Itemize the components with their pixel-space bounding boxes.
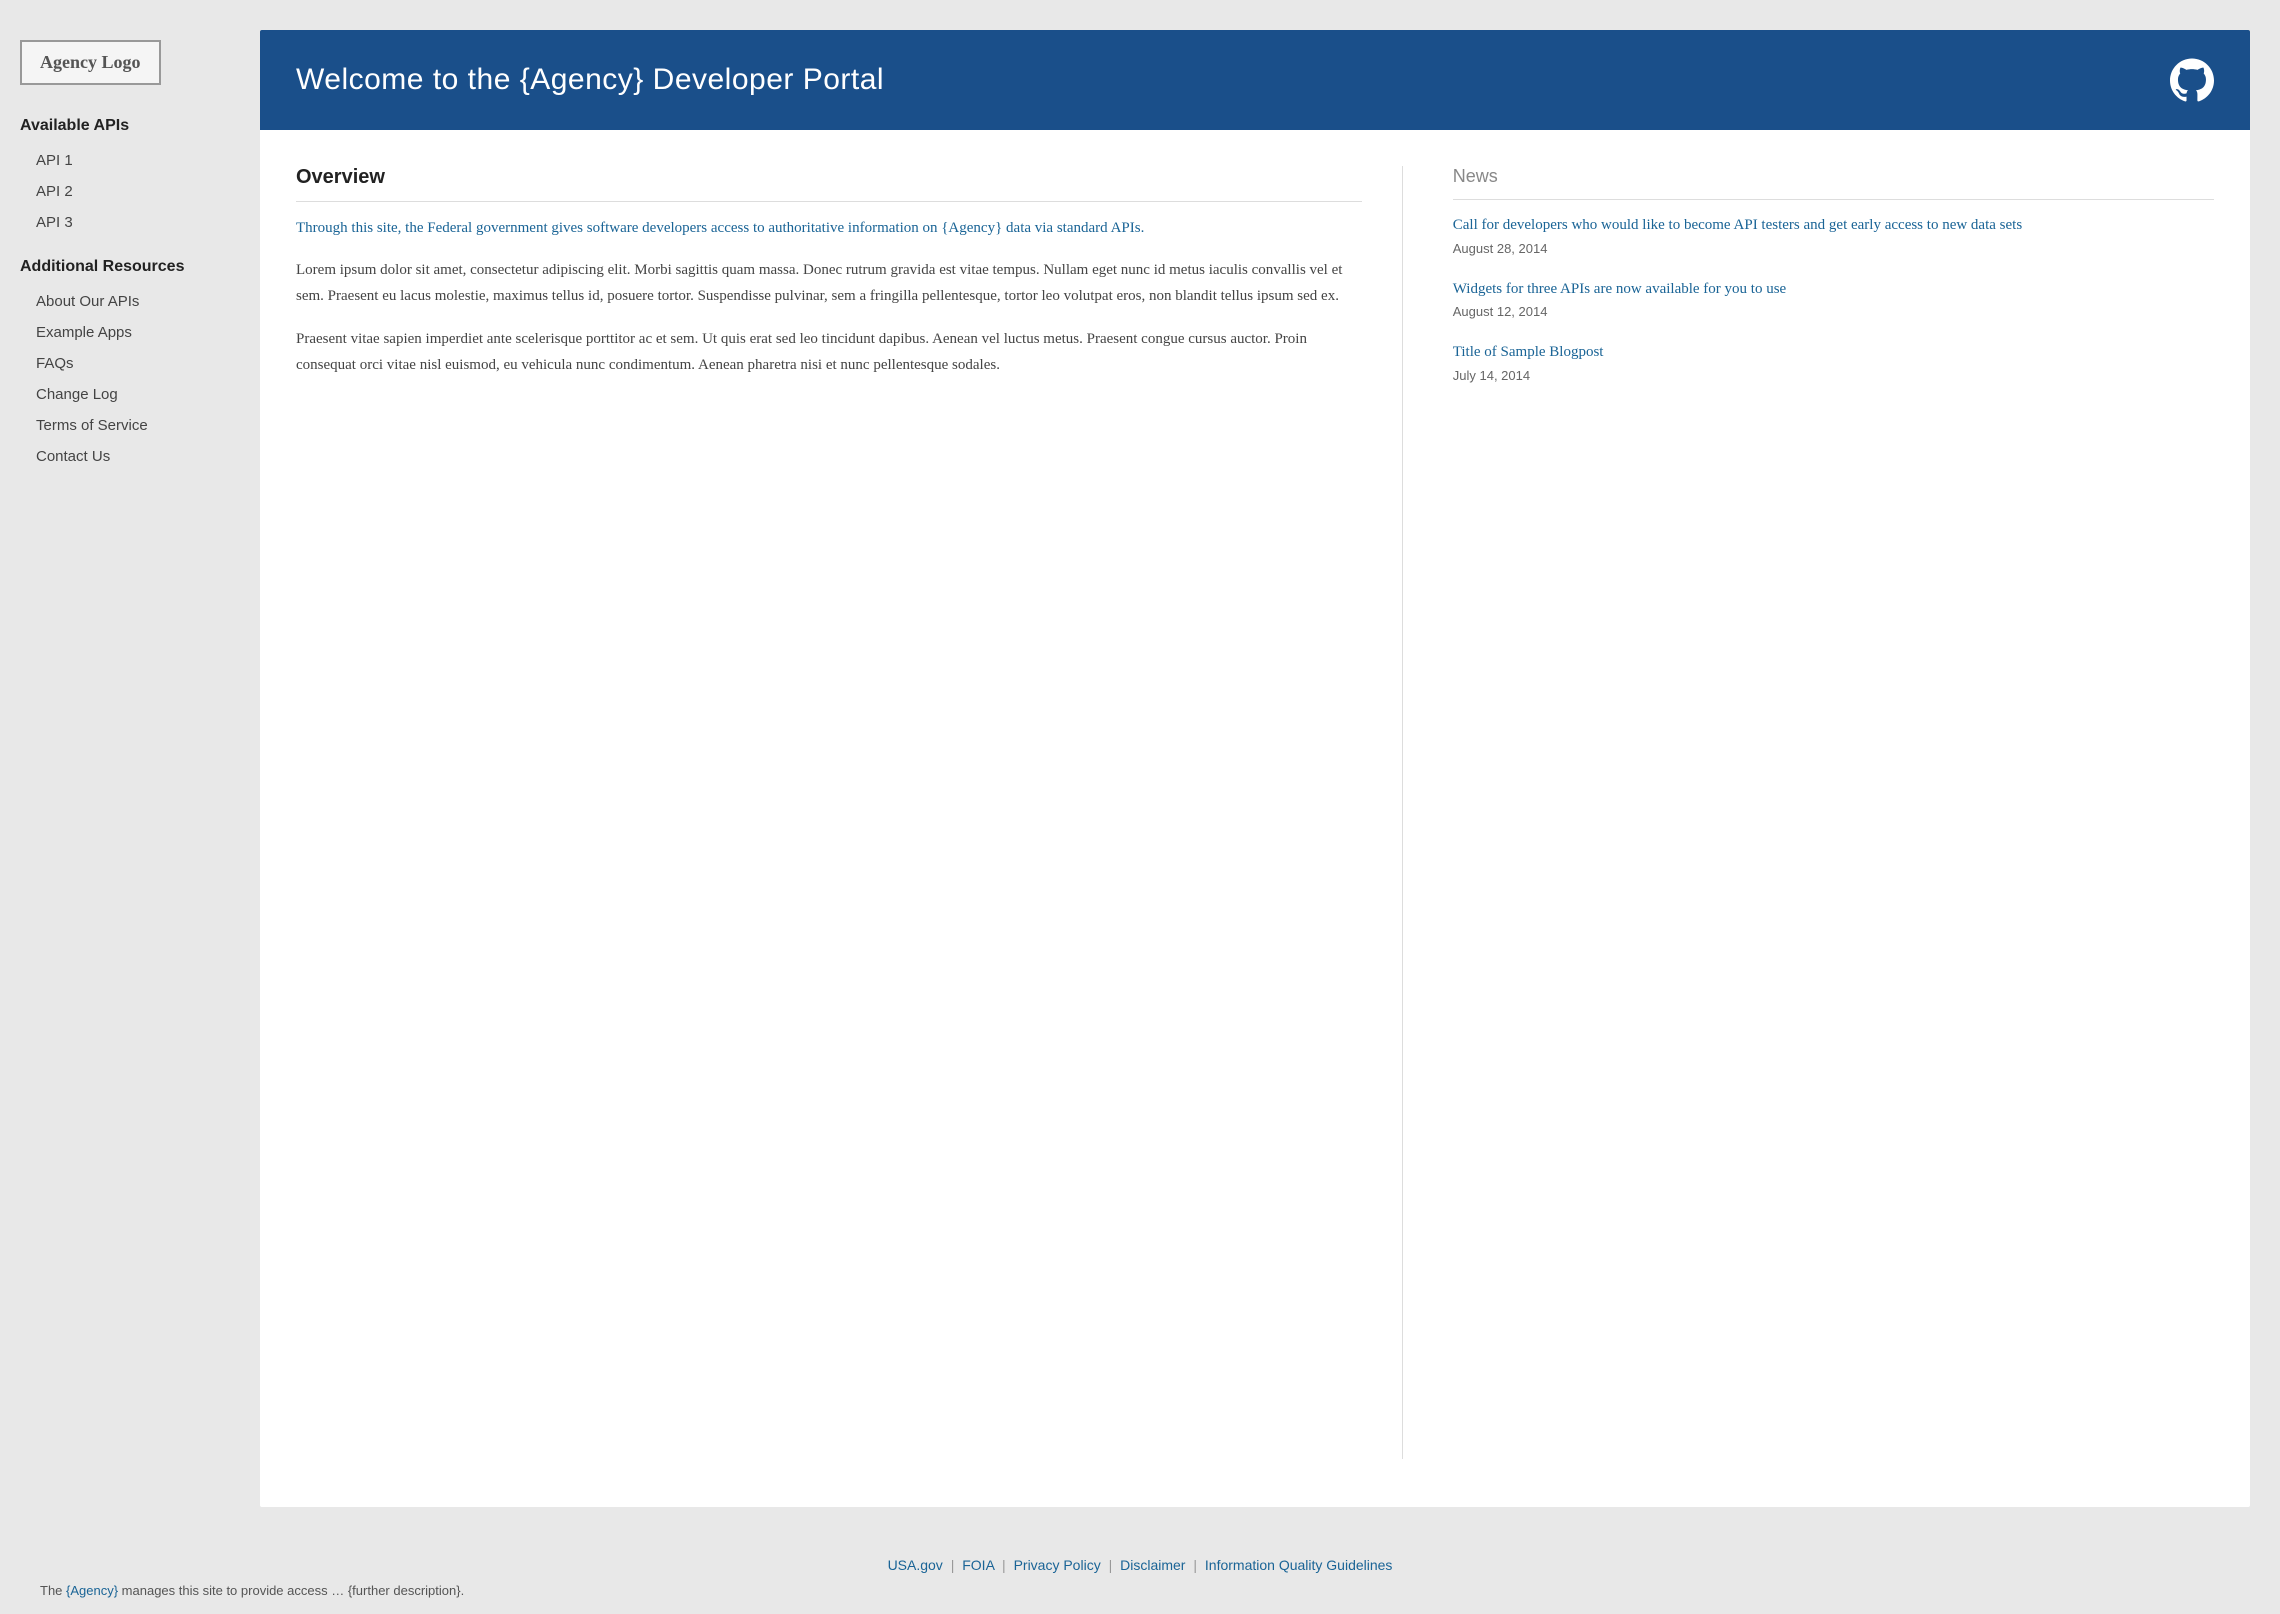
page-wrapper: Agency Logo Available APIs API 1 API 2 A… bbox=[0, 0, 2280, 1614]
overview-intro: Through this site, the Federal governmen… bbox=[296, 216, 1362, 240]
news-heading: News bbox=[1453, 166, 2214, 200]
agency-logo: Agency Logo bbox=[20, 40, 161, 85]
header-banner: Welcome to the {Agency} Developer Portal bbox=[260, 30, 2250, 130]
sidebar-item-terms-of-service[interactable]: Terms of Service bbox=[20, 410, 240, 441]
sidebar-item-change-log[interactable]: Change Log bbox=[20, 379, 240, 410]
main-area: Agency Logo Available APIs API 1 API 2 A… bbox=[0, 0, 2280, 1537]
news-date-1: August 28, 2014 bbox=[1453, 241, 2214, 256]
footer-divider-3: | bbox=[1109, 1557, 1117, 1573]
footer-description: The {Agency} manages this site to provid… bbox=[30, 1583, 2250, 1598]
sidebar-item-api-3[interactable]: API 3 bbox=[20, 207, 240, 238]
footer-divider-2: | bbox=[1002, 1557, 1010, 1573]
footer: USA.gov | FOIA | Privacy Policy | Discla… bbox=[0, 1537, 2280, 1614]
footer-link-privacy[interactable]: Privacy Policy bbox=[1014, 1557, 1101, 1573]
sidebar-item-api-1[interactable]: API 1 bbox=[20, 145, 240, 176]
news-link-3[interactable]: Title of Sample Blogpost bbox=[1453, 341, 2214, 364]
overview-section: Overview Through this site, the Federal … bbox=[296, 166, 1403, 1459]
news-link-2[interactable]: Widgets for three APIs are now available… bbox=[1453, 278, 2214, 301]
sidebar-item-about-apis[interactable]: About Our APIs bbox=[20, 286, 240, 317]
overview-body-2: Praesent vitae sapien imperdiet ante sce… bbox=[296, 327, 1362, 378]
resources-nav-list: About Our APIs Example Apps FAQs Change … bbox=[20, 286, 240, 472]
news-item-2: Widgets for three APIs are now available… bbox=[1453, 278, 2214, 320]
footer-divider-1: | bbox=[951, 1557, 959, 1573]
news-link-1[interactable]: Call for developers who would like to be… bbox=[1453, 214, 2214, 237]
api-nav-list: API 1 API 2 API 3 bbox=[20, 145, 240, 238]
footer-links: USA.gov | FOIA | Privacy Policy | Discla… bbox=[30, 1557, 2250, 1573]
overview-body-1: Lorem ipsum dolor sit amet, consectetur … bbox=[296, 258, 1362, 309]
sidebar-item-contact-us[interactable]: Contact Us bbox=[20, 441, 240, 472]
content-card: Overview Through this site, the Federal … bbox=[260, 130, 2250, 1507]
github-icon[interactable] bbox=[2170, 58, 2214, 102]
sidebar-item-faqs[interactable]: FAQs bbox=[20, 348, 240, 379]
sidebar-item-example-apps[interactable]: Example Apps bbox=[20, 317, 240, 348]
sidebar-item-api-2[interactable]: API 2 bbox=[20, 176, 240, 207]
page-title: Welcome to the {Agency} Developer Portal bbox=[296, 63, 884, 97]
news-item-1: Call for developers who would like to be… bbox=[1453, 214, 2214, 256]
content-area: Welcome to the {Agency} Developer Portal… bbox=[260, 30, 2250, 1507]
news-section: News Call for developers who would like … bbox=[1443, 166, 2214, 1459]
available-apis-heading: Available APIs bbox=[20, 117, 240, 135]
footer-link-foia[interactable]: FOIA bbox=[962, 1557, 994, 1573]
footer-agency-link: {Agency} bbox=[66, 1583, 118, 1598]
news-date-3: July 14, 2014 bbox=[1453, 368, 2214, 383]
news-item-3: Title of Sample Blogpost July 14, 2014 bbox=[1453, 341, 2214, 383]
additional-resources-heading: Additional Resources bbox=[20, 258, 240, 276]
footer-link-disclaimer[interactable]: Disclaimer bbox=[1120, 1557, 1185, 1573]
footer-divider-4: | bbox=[1193, 1557, 1201, 1573]
news-date-2: August 12, 2014 bbox=[1453, 304, 2214, 319]
sidebar: Agency Logo Available APIs API 1 API 2 A… bbox=[20, 30, 240, 1507]
footer-link-usagov[interactable]: USA.gov bbox=[888, 1557, 943, 1573]
footer-link-quality[interactable]: Information Quality Guidelines bbox=[1205, 1557, 1393, 1573]
overview-heading: Overview bbox=[296, 166, 1362, 202]
